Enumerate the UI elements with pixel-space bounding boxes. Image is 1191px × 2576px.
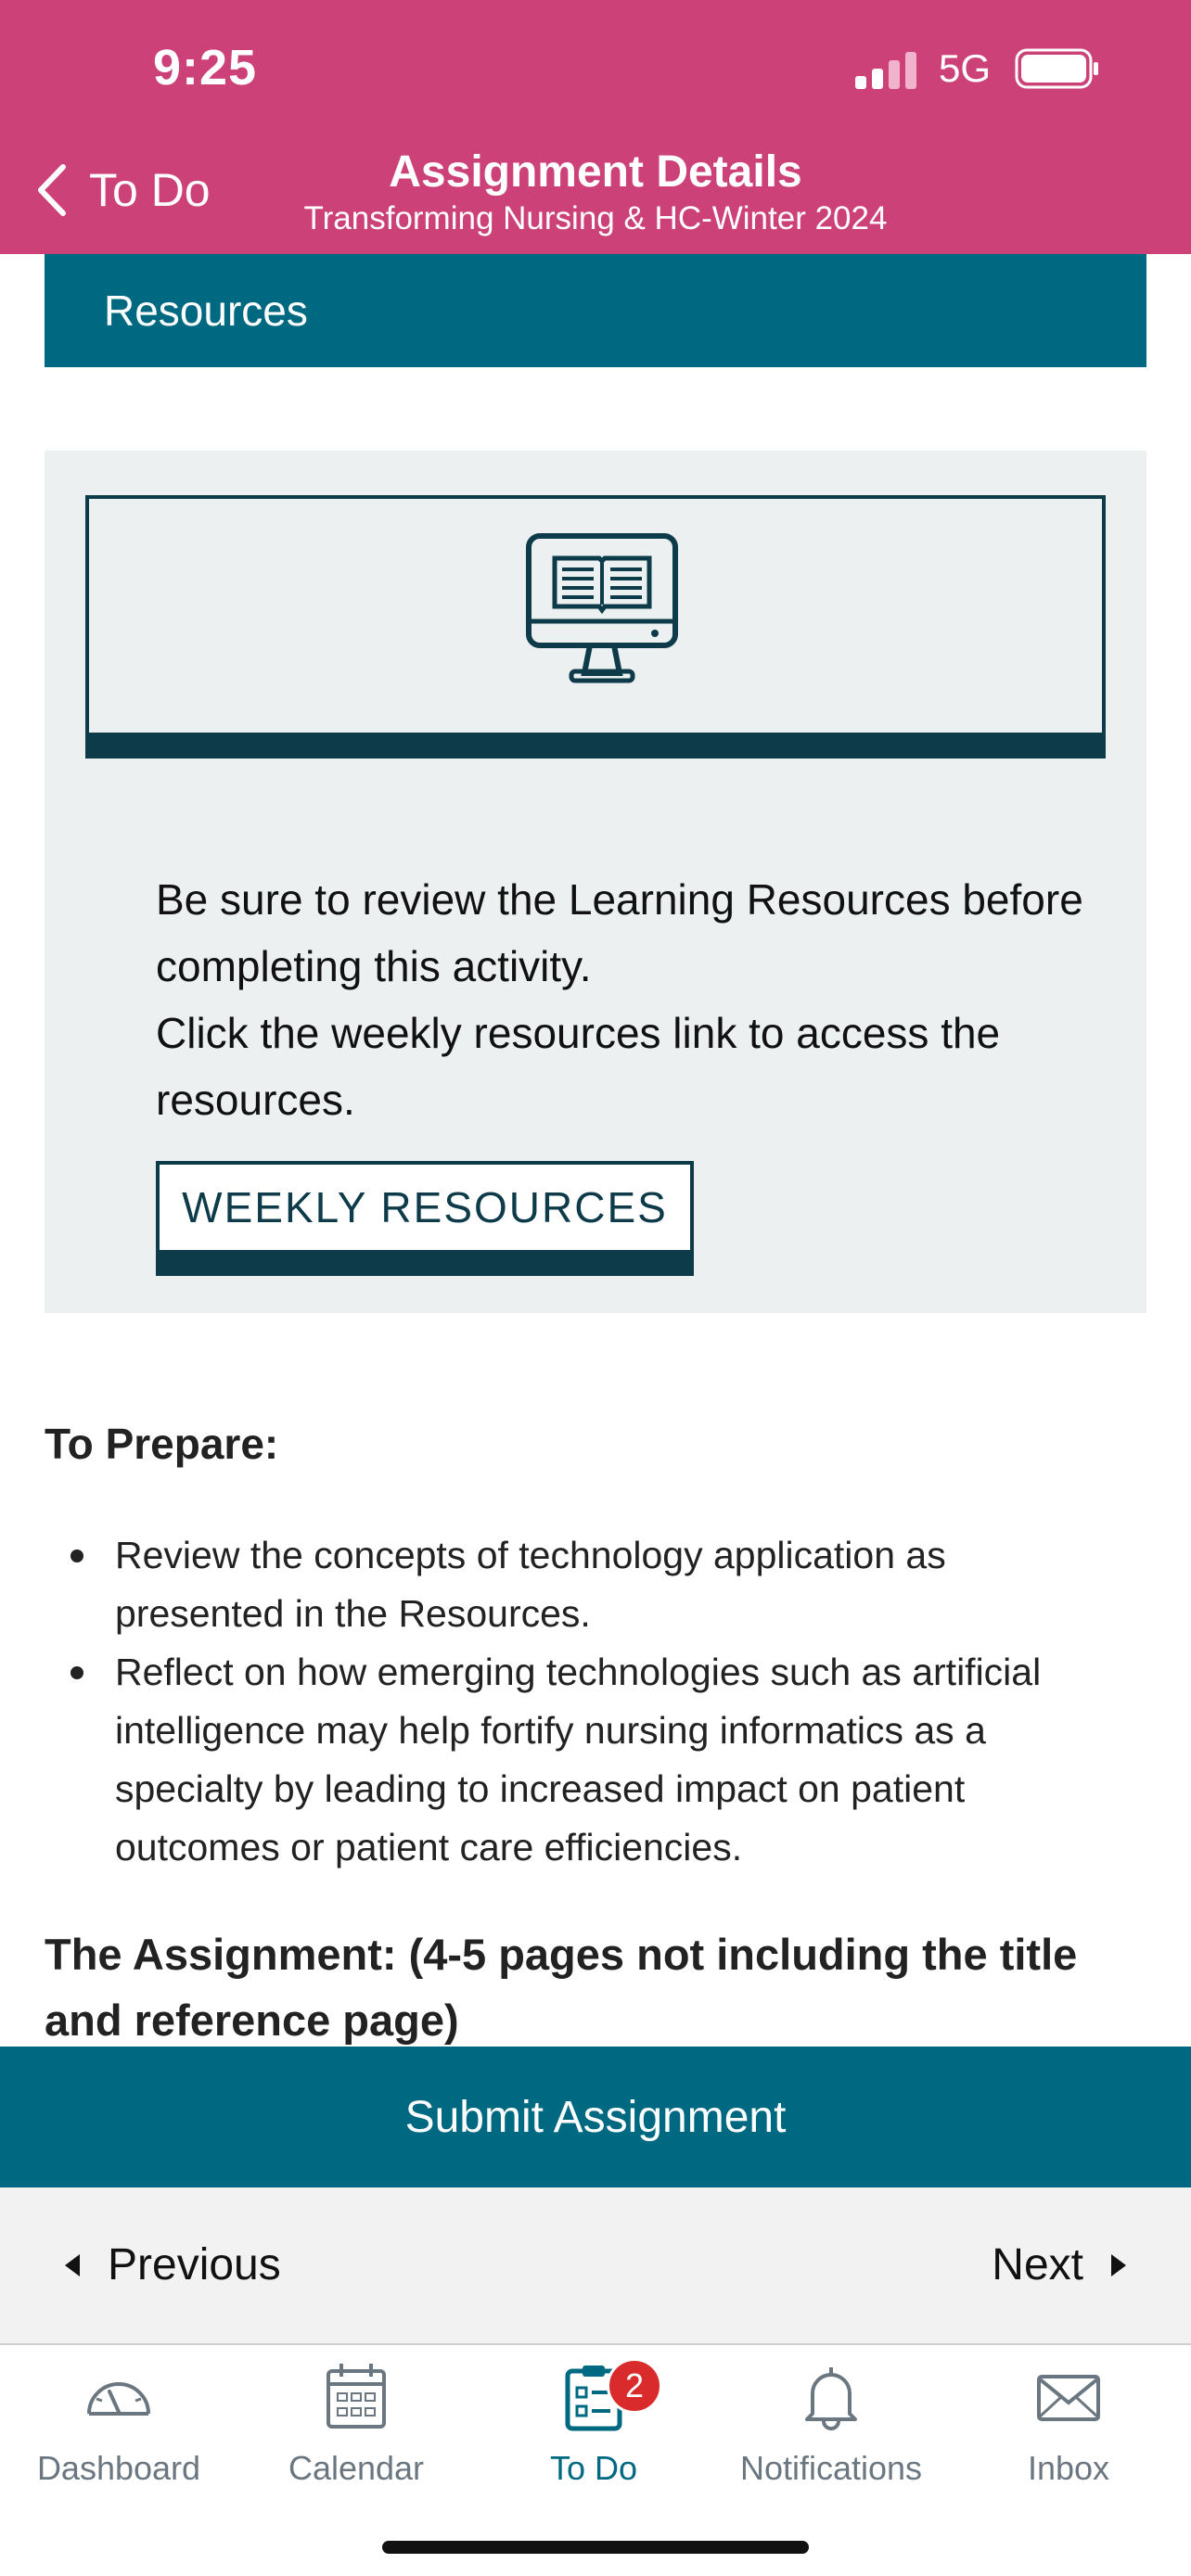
caret-left-icon — [65, 2253, 80, 2276]
caret-right-icon — [1111, 2253, 1126, 2276]
tab-notifications[interactable]: Notifications — [712, 2360, 950, 2488]
computer-book-icon — [526, 533, 678, 683]
bullet-icon — [70, 1666, 83, 1679]
submit-assignment-button[interactable]: Submit Assignment — [0, 2047, 1191, 2187]
app-header: 9:25 5G To Do Assignment Details Transfo… — [0, 0, 1191, 254]
home-indicator — [382, 2541, 809, 2554]
resource-text-1: Be sure to review the Learning Resources… — [156, 875, 1083, 990]
signal-icon — [855, 52, 916, 89]
todo-count-badge: 2 — [607, 2358, 662, 2414]
list-item-text: Review the concepts of technology applic… — [115, 1534, 946, 1635]
mail-icon — [1037, 2375, 1100, 2421]
list-item: Review the concepts of technology applic… — [45, 1526, 1121, 1643]
weekly-resources-button[interactable]: WEEKLY RESOURCES — [156, 1161, 694, 1276]
assignment-heading: The Assignment: (4-5 pages not including… — [45, 1930, 1078, 2045]
course-subtitle: Transforming Nursing & HC-Winter 2024 — [303, 200, 888, 236]
tab-label: To Do — [549, 2449, 638, 2487]
tab-label: Inbox — [1027, 2449, 1110, 2487]
tab-dashboard[interactable]: Dashboard — [0, 2360, 237, 2488]
prepare-list: Review the concepts of technology applic… — [45, 1526, 1121, 1877]
resource-instructions: Be sure to review the Learning Resources… — [156, 866, 1083, 1133]
resource-text-2: Click the weekly resources link to acces… — [156, 1009, 1001, 1124]
page-title: Assignment Details — [389, 147, 802, 197]
previous-label: Previous — [108, 2240, 281, 2289]
pager: Previous Next — [0, 2187, 1191, 2345]
resource-banner — [85, 495, 1106, 759]
bell-icon — [805, 2367, 857, 2430]
list-item: Reflect on how emerging technologies suc… — [45, 1643, 1121, 1877]
tab-label: Calendar — [288, 2449, 425, 2487]
calendar-icon — [327, 2364, 386, 2429]
prepare-heading: To Prepare: — [45, 1420, 279, 1468]
tab-todo[interactable]: 2 To Do — [475, 2358, 712, 2488]
tab-inbox[interactable]: Inbox — [950, 2360, 1187, 2488]
network-label: 5G — [939, 46, 992, 90]
resources-section-header: Resources — [45, 254, 1146, 367]
dashboard-icon — [87, 2382, 150, 2416]
bullet-icon — [70, 1549, 83, 1562]
next-button[interactable]: Next — [992, 2239, 1126, 2290]
tab-label: Notifications — [739, 2449, 923, 2487]
previous-button[interactable]: Previous — [65, 2239, 281, 2290]
battery-icon — [1015, 48, 1098, 89]
tab-calendar[interactable]: Calendar — [237, 2360, 475, 2488]
tab-label: Dashboard — [36, 2449, 201, 2487]
next-label: Next — [992, 2240, 1083, 2289]
resource-card: Be sure to review the Learning Resources… — [45, 451, 1146, 1313]
list-item-text: Reflect on how emerging technologies suc… — [115, 1651, 1042, 1868]
status-time: 9:25 — [153, 40, 258, 96]
resources-label: Resources — [104, 287, 308, 335]
